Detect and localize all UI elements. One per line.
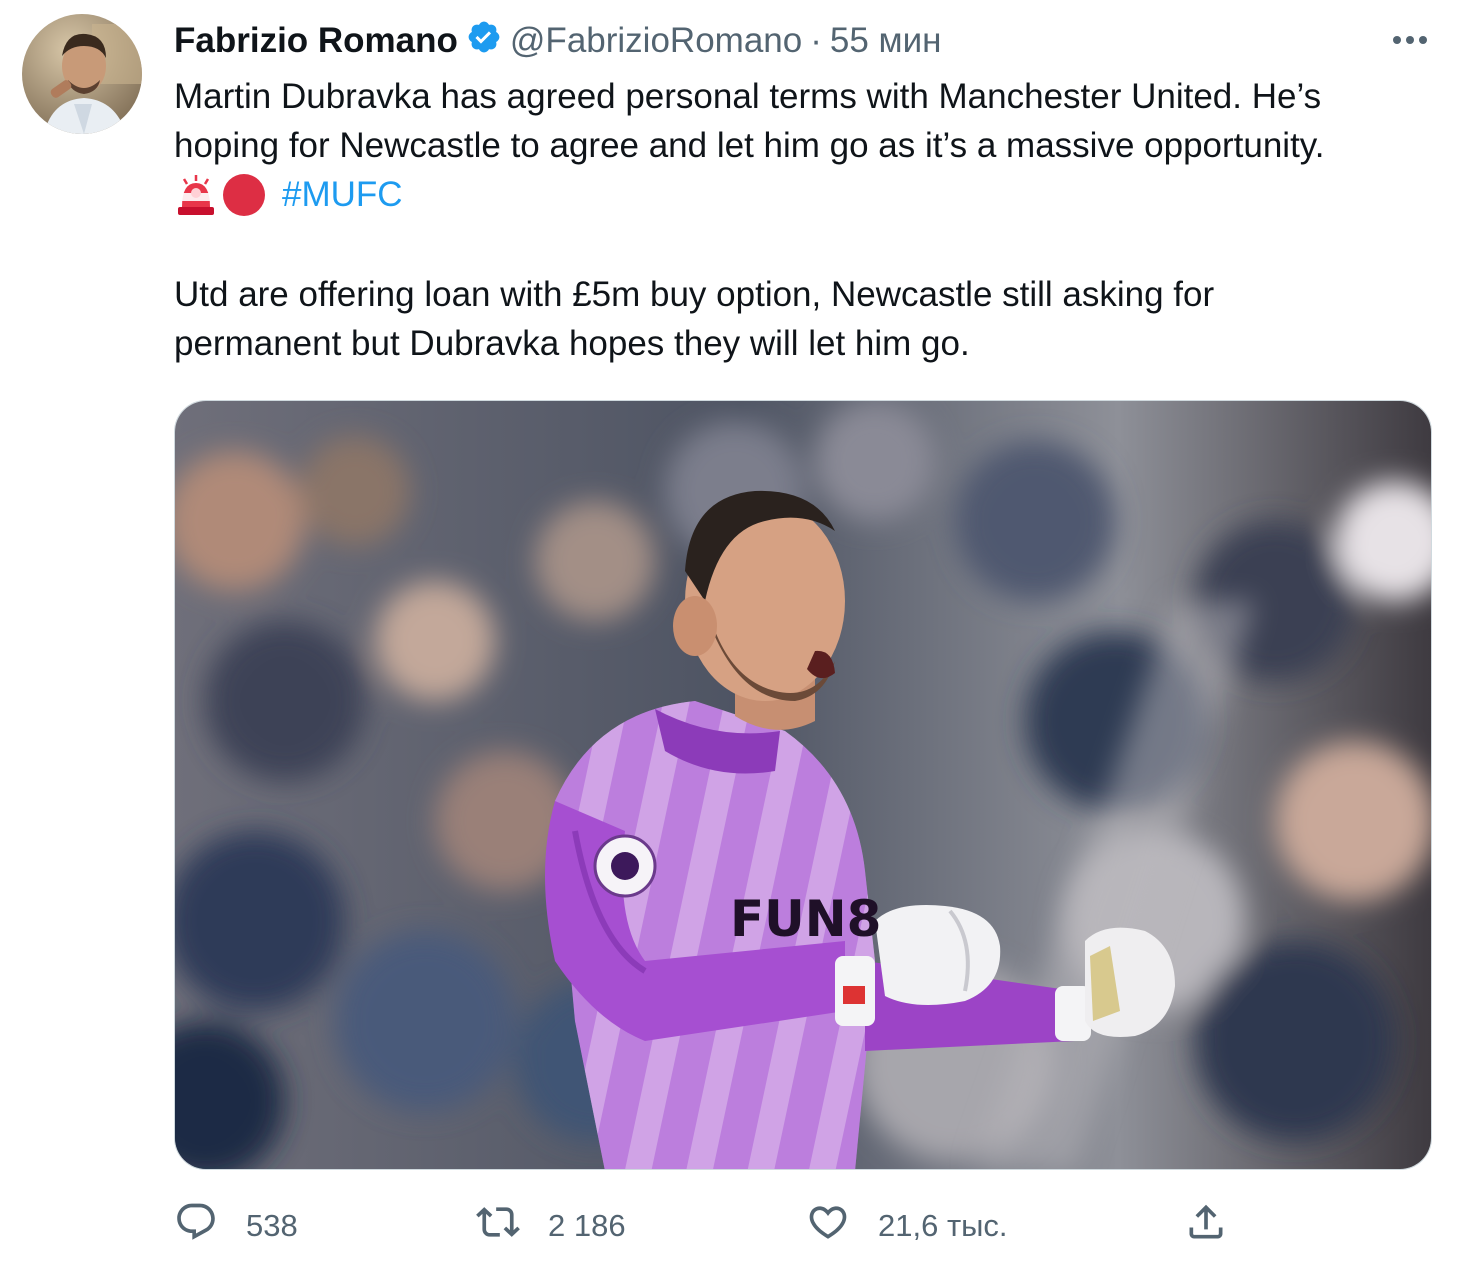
like-button[interactable]: 21,6 тыс.: [806, 1200, 1008, 1252]
tweet-media-photo[interactable]: FUN8: [174, 400, 1432, 1170]
tweet-header: Fabrizio Romano @FabrizioRomano · 55 мин: [174, 18, 941, 64]
tweet-text-line: permanent but Dubravka hopes they will l…: [174, 324, 970, 363]
reply-icon: [174, 1200, 246, 1252]
reply-button[interactable]: 538: [174, 1200, 298, 1252]
retweet-icon: [476, 1200, 548, 1252]
retweet-count: 2 186: [548, 1208, 626, 1243]
hashtag-link[interactable]: #MUFC: [282, 170, 403, 219]
tweet-text-paragraph-2: Utd are offering loan with £5m buy optio…: [174, 270, 1424, 368]
tweet-timestamp[interactable]: 55 мин: [830, 21, 942, 61]
share-icon: [1184, 1200, 1256, 1252]
red-circle-icon: [222, 173, 266, 217]
more-dots-icon[interactable]: [1390, 28, 1430, 52]
header-separator: ·: [810, 21, 822, 60]
tweet-text-line: Martin Dubravka has agreed personal term…: [174, 77, 1322, 116]
like-count: 21,6 тыс.: [878, 1208, 1008, 1243]
share-button[interactable]: [1184, 1200, 1256, 1252]
emoji-hashtag-line: #MUFC: [174, 170, 1424, 219]
verified-badge-icon: [458, 19, 510, 64]
tweet-text-line: hoping for Newcastle to agree and let hi…: [174, 126, 1325, 165]
police-light-icon: [174, 173, 218, 217]
tweet-text-paragraph-1: Martin Dubravka has agreed personal term…: [174, 72, 1424, 219]
reply-count: 538: [246, 1208, 298, 1243]
avatar[interactable]: [22, 14, 142, 134]
display-name[interactable]: Fabrizio Romano: [174, 21, 458, 61]
tweet[interactable]: Fabrizio Romano @FabrizioRomano · 55 мин…: [0, 0, 1460, 1278]
jersey-sponsor-text: FUN8: [730, 890, 881, 948]
tweet-actions-bar: 538 2 186 21,6 тыс.: [174, 1200, 1260, 1254]
tweet-text-line: Utd are offering loan with £5m buy optio…: [174, 275, 1215, 314]
retweet-button[interactable]: 2 186: [476, 1200, 626, 1252]
heart-icon: [806, 1200, 878, 1252]
user-handle[interactable]: @FabrizioRomano: [510, 21, 802, 61]
